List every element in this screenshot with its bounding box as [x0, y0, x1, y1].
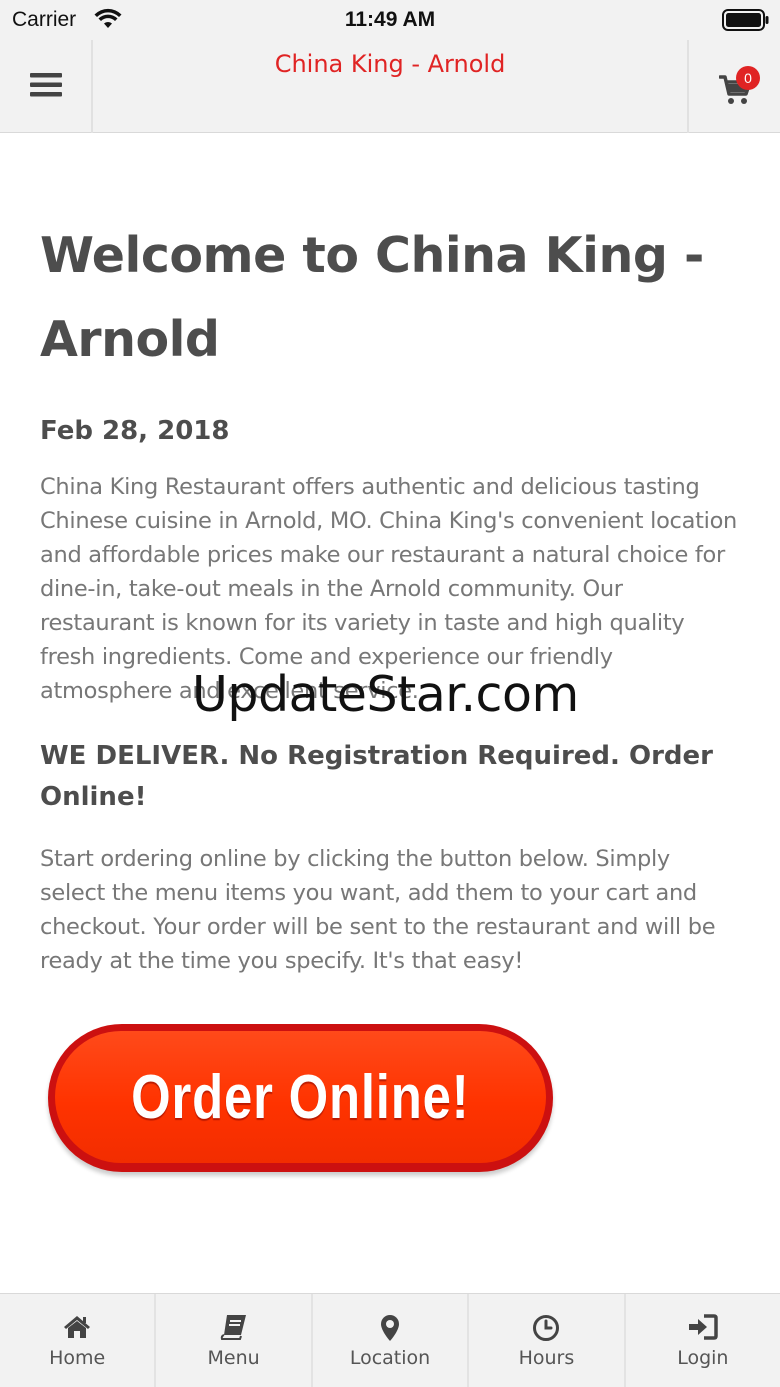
sign-in-icon [626, 1314, 780, 1342]
app-header: China King - Arnold 0 [0, 40, 780, 133]
status-time: 11:49 AM [344, 8, 436, 31]
nav-label-location: Location [349, 1347, 431, 1369]
nav-label-menu: Menu [207, 1347, 260, 1369]
bottom-navigation: Home Menu Location Hours Login [0, 1293, 780, 1387]
cart-count-badge: 0 [736, 66, 760, 90]
order-online-button-face: Order Online! [55, 1031, 546, 1163]
cart-button[interactable]: 0 [687, 40, 780, 133]
clock-icon [469, 1314, 623, 1342]
status-bar: Carrier 11:49 AM [0, 0, 780, 40]
page-title: China King - Arnold [274, 50, 506, 78]
nav-label-login: Login [677, 1347, 729, 1369]
book-icon [156, 1314, 310, 1342]
menu-toggle-button[interactable] [0, 40, 93, 133]
nav-item-menu[interactable]: Menu [156, 1294, 313, 1387]
map-marker-icon [313, 1314, 467, 1342]
nav-item-home[interactable]: Home [0, 1294, 157, 1387]
nav-item-login[interactable]: Login [626, 1294, 780, 1387]
main-content: Welcome to China King - Arnold Feb 28, 2… [40, 214, 740, 978]
hamburger-icon [29, 72, 62, 102]
nav-item-hours[interactable]: Hours [469, 1294, 626, 1387]
order-online-button[interactable]: Order Online! [48, 1024, 553, 1172]
welcome-heading: Welcome to China King - Arnold [40, 227, 704, 368]
order-online-label: Order Online! [131, 1062, 470, 1132]
nav-item-location[interactable]: Location [313, 1294, 470, 1387]
delivery-heading: WE DELIVER. No Registration Required. Or… [40, 741, 713, 812]
nav-label-hours: Hours [518, 1347, 575, 1369]
watermark-text: UpdateStar.com [192, 666, 579, 723]
ordering-instructions: Start ordering online by clicking the bu… [40, 846, 716, 974]
home-icon [0, 1314, 154, 1342]
post-date: Feb 28, 2018 [40, 416, 230, 446]
battery-icon [722, 9, 770, 35]
nav-label-home: Home [49, 1347, 106, 1369]
